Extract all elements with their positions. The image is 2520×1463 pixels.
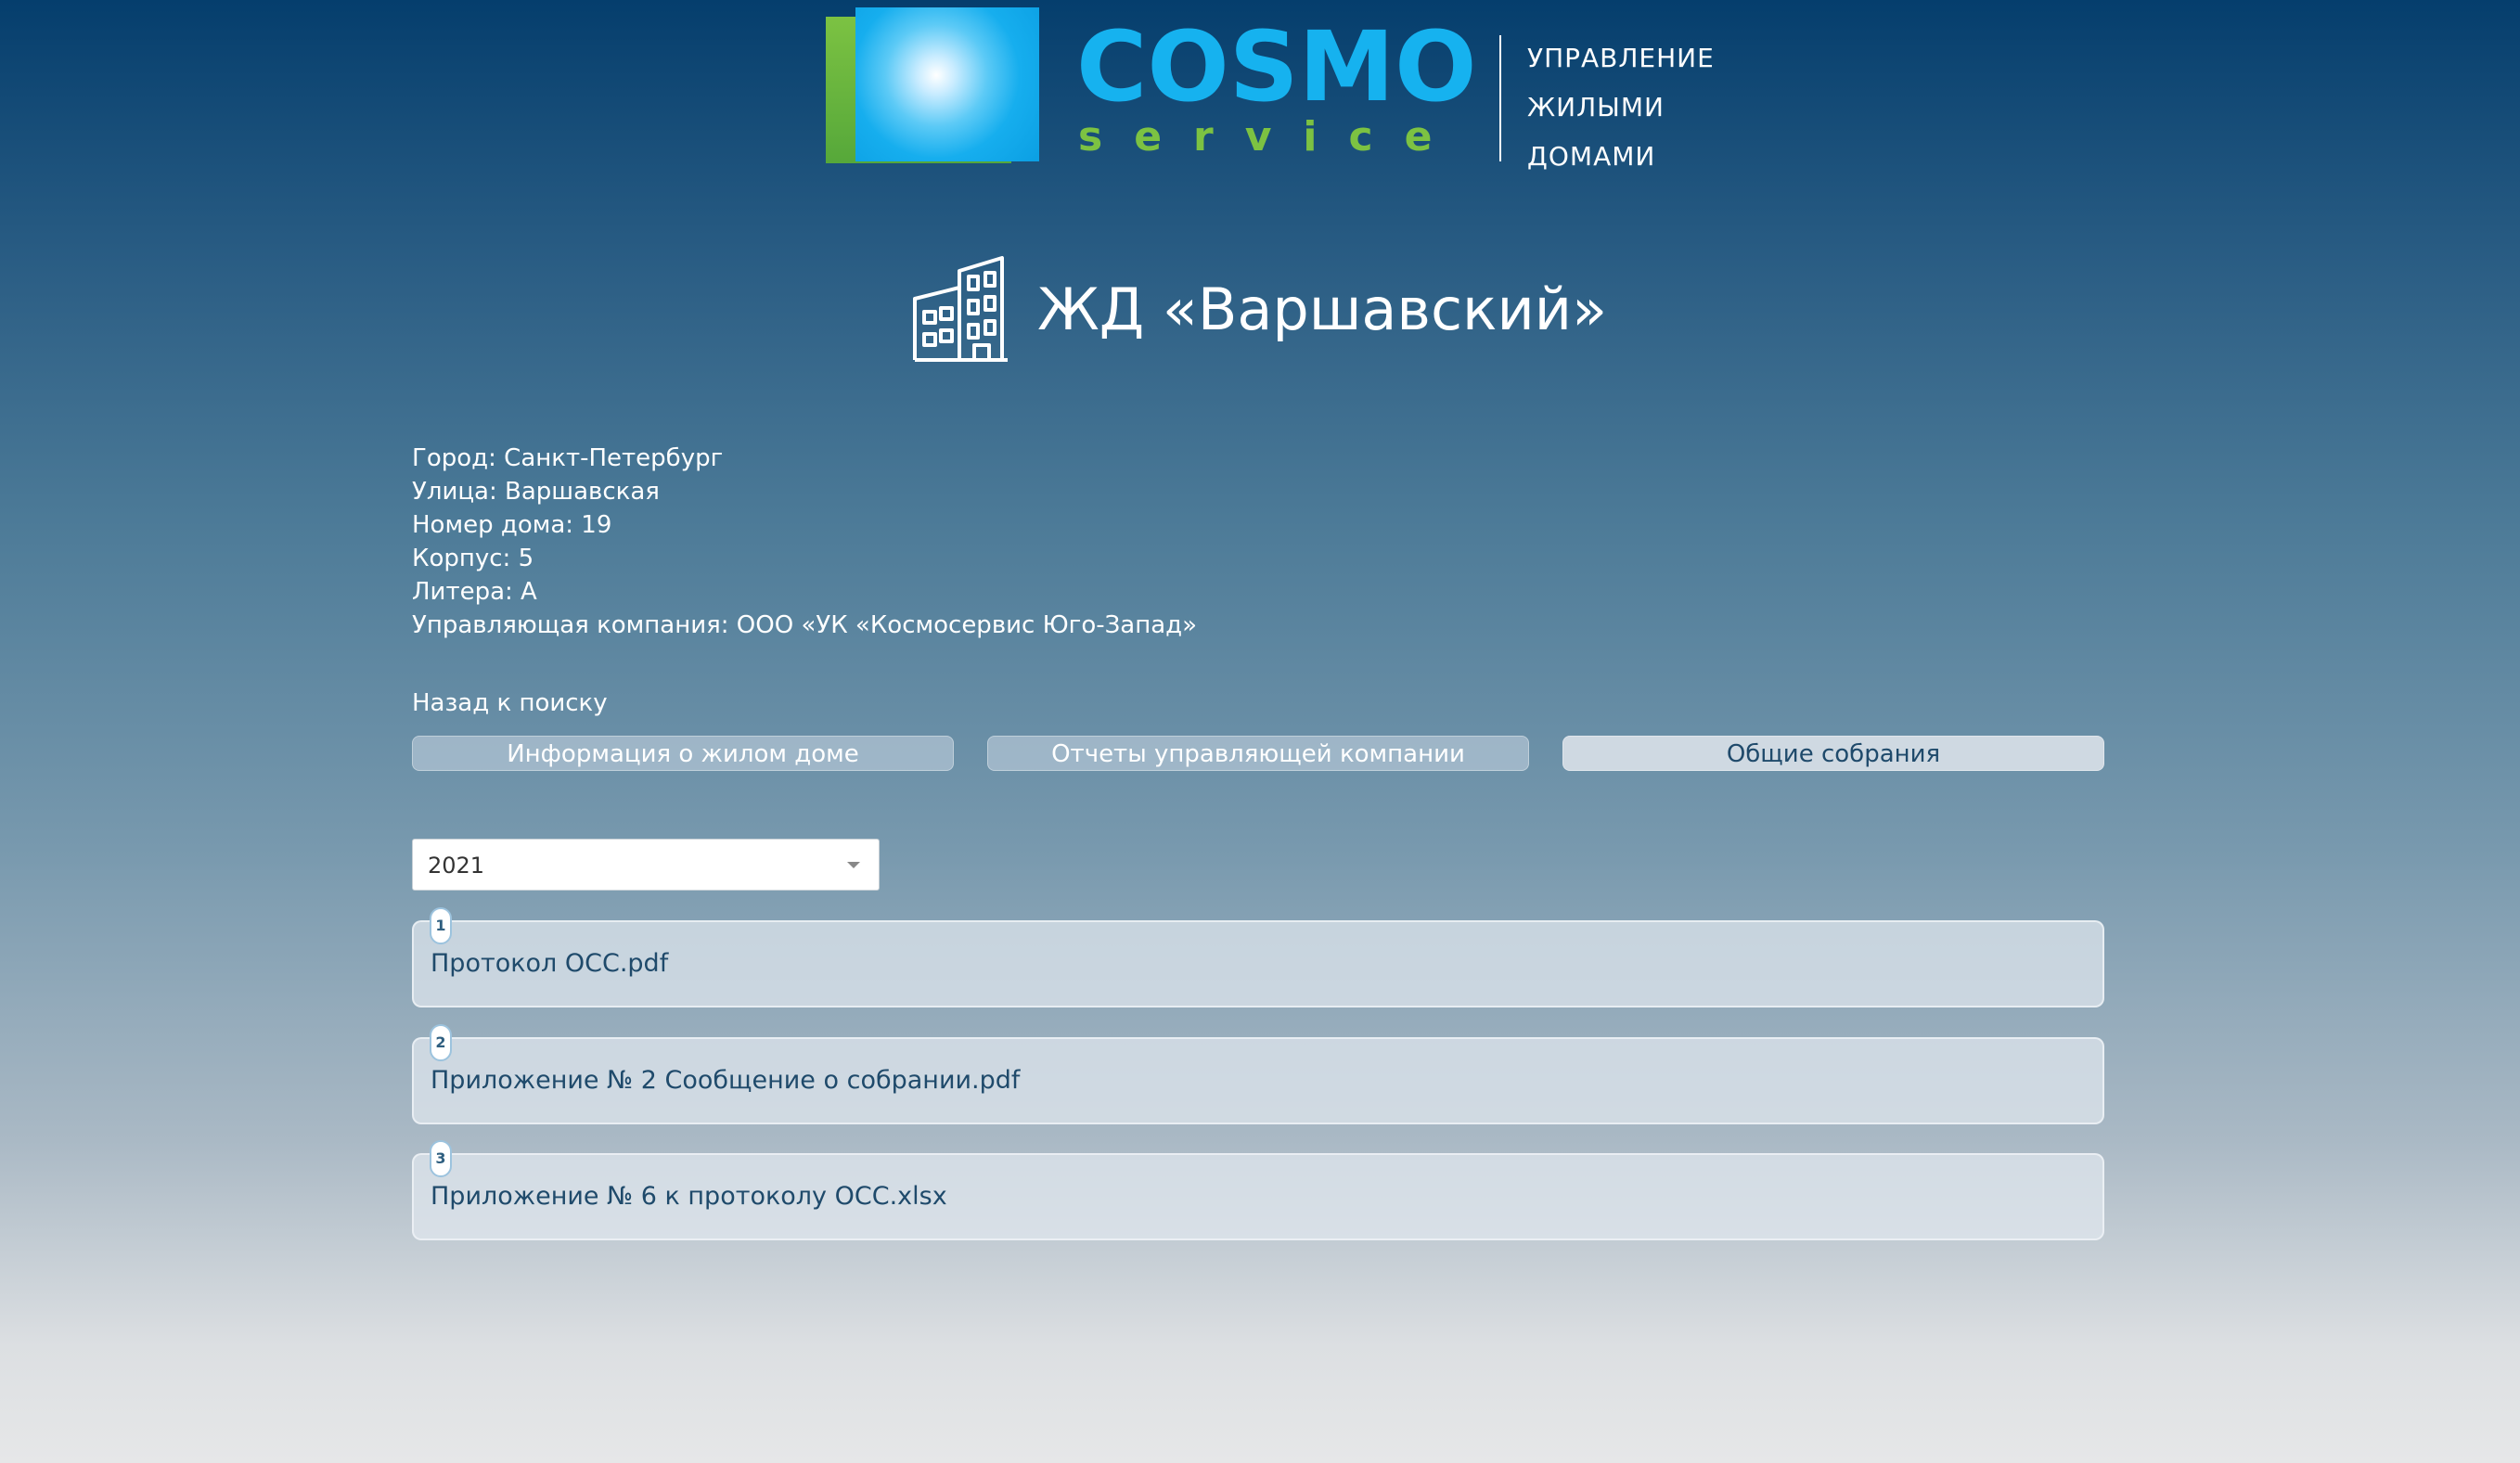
- brand-logo[interactable]: COSMO service УПРАВЛЕНИЕ ЖИЛЫМИ ДОМАМИ: [826, 7, 1716, 172]
- tagline-line-1: УПРАВЛЕНИЕ: [1527, 43, 1715, 73]
- logo-divider: [1499, 35, 1501, 161]
- building-icon: [912, 256, 1008, 362]
- info-company: Управляющая компания: ООО «УК «Космосерв…: [412, 611, 1198, 639]
- tab-company-reports[interactable]: Отчеты управляющей компании: [987, 736, 1529, 771]
- document-link[interactable]: Приложение № 6 к протоколу ОСС.xlsx: [431, 1155, 947, 1238]
- tab-general-meetings[interactable]: Общие собрания: [1562, 736, 2104, 771]
- document-link[interactable]: Протокол ОСС.pdf: [431, 922, 668, 1006]
- info-city: Город: Санкт-Петербург: [412, 444, 724, 472]
- info-house-number: Номер дома: 19: [412, 511, 612, 539]
- page-title: ЖД «Варшавский»: [1036, 276, 1608, 343]
- logo-brand-sub: service: [1078, 113, 1464, 160]
- info-street: Улица: Варшавская: [412, 478, 660, 506]
- tab-house-info[interactable]: Информация о жилом доме: [412, 736, 954, 771]
- year-select[interactable]: 2021: [412, 839, 880, 891]
- logo-blue-square: [855, 7, 1039, 161]
- logo-brand-main: COSMO: [1076, 10, 1477, 123]
- back-to-search-link[interactable]: Назад к поиску: [412, 687, 608, 720]
- house-info: Город: Санкт-Петербург Улица: Варшавская…: [412, 442, 1197, 642]
- document-item-3[interactable]: 3 Приложение № 6 к протоколу ОСС.xlsx: [412, 1140, 2104, 1240]
- document-item-1[interactable]: 1 Протокол ОСС.pdf: [412, 907, 2104, 1007]
- tagline-line-2: ЖИЛЫМИ: [1527, 92, 1665, 122]
- logo-tagline: УПРАВЛЕНИЕ ЖИЛЫМИ ДОМАМИ: [1527, 33, 1715, 181]
- info-letter: Литера: А: [412, 578, 537, 606]
- info-building: Корпус: 5: [412, 545, 534, 572]
- year-select-value: 2021: [428, 853, 485, 879]
- chevron-down-icon: [847, 862, 860, 868]
- document-item-2[interactable]: 2 Приложение № 2 Сообщение о собрании.pd…: [412, 1024, 2104, 1124]
- tagline-line-3: ДОМАМИ: [1527, 141, 1656, 172]
- page-title-block: ЖД «Варшавский»: [0, 256, 2520, 364]
- document-link[interactable]: Приложение № 2 Сообщение о собрании.pdf: [431, 1039, 1020, 1123]
